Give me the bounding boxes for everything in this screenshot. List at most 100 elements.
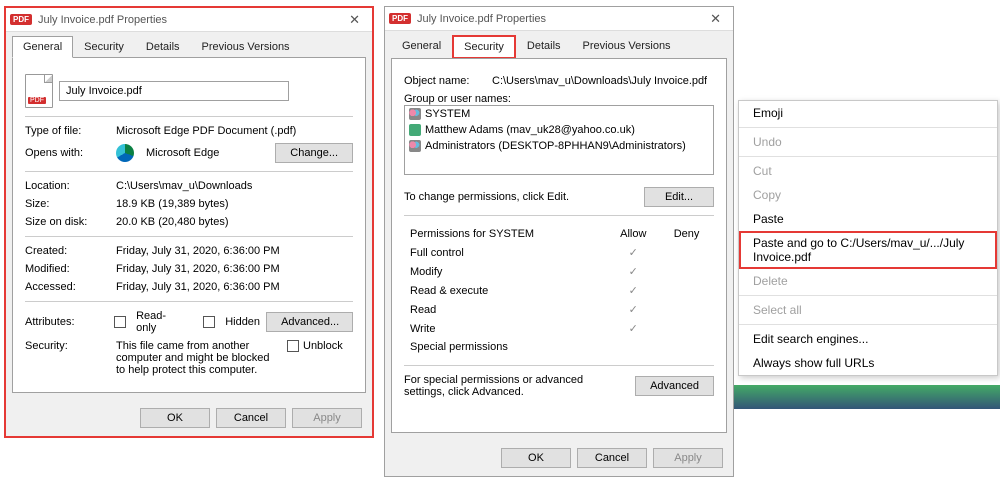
tab-previous-versions[interactable]: Previous Versions [191,36,301,58]
label-size-on-disk: Size on disk: [25,216,110,228]
perm-deny [661,320,712,337]
perm-deny [661,301,712,318]
value-object-name: C:\Users\mav_u\Downloads\July Invoice.pd… [492,75,707,87]
ok-button[interactable]: OK [501,448,571,468]
value-opens-with: Microsoft Edge [146,147,219,159]
user-icon [409,124,421,136]
tab-general[interactable]: General [12,36,73,58]
perm-name: Read & execute [406,282,605,299]
change-perm-text: To change permissions, click Edit. [404,191,569,203]
tab-strip: General Security Details Previous Versio… [385,31,733,59]
label-group-users: Group or user names: [404,93,714,105]
perm-name: Special permissions [406,339,605,355]
label-object-name: Object name: [404,75,486,87]
unblock-checkbox[interactable] [287,340,299,352]
cancel-button[interactable]: Cancel [216,408,286,428]
menu-item[interactable]: Edit search engines... [739,327,997,351]
perm-allow: ✓ [607,320,659,337]
label-modified: Modified: [25,263,110,275]
value-size-on-disk: 20.0 KB (20,480 bytes) [116,216,229,228]
cancel-button[interactable]: Cancel [577,448,647,468]
menu-item[interactable]: Paste [739,207,997,231]
menu-item: Cut [739,159,997,183]
change-button[interactable]: Change... [275,143,353,163]
menu-item: Undo [739,130,997,154]
context-menu[interactable]: Emoji Undo CutCopyPastePaste and go to C:/… [738,100,998,376]
perm-allow: ✓ [607,244,659,261]
ok-button[interactable]: OK [140,408,210,428]
menu-separator [739,324,997,325]
tab-previous-versions[interactable]: Previous Versions [572,35,682,59]
user-list-item[interactable]: Administrators (DESKTOP-8PHHAN9\Administ… [405,138,713,154]
user-icon [409,140,421,152]
label-location: Location: [25,180,110,192]
dialog-buttons: OK Cancel Apply [385,440,733,476]
value-type-of-file: Microsoft Edge PDF Document (.pdf) [116,125,296,137]
pdf-badge-icon: PDF [10,14,32,25]
label-attributes: Attributes: [25,316,108,328]
menu-item: Delete [739,269,997,293]
perm-name: Full control [406,244,605,261]
tab-details[interactable]: Details [135,36,191,58]
permission-row: Read & execute✓ [406,282,712,299]
pdf-badge-icon: PDF [389,13,411,24]
permission-row: Write✓ [406,320,712,337]
permissions-table: Permissions for SYSTEMAllowDeny Full con… [404,224,714,357]
perm-name: Write [406,320,605,337]
value-location: C:\Users\mav_u\Downloads [116,180,252,192]
permission-row: Read✓ [406,301,712,318]
user-list[interactable]: SYSTEM Matthew Adams (mav_uk28@yahoo.co.u… [404,105,714,175]
value-modified: Friday, July 31, 2020, 6:36:00 PM [116,263,280,275]
menu-item[interactable]: Emoji [739,101,997,125]
user-name: SYSTEM [425,108,470,120]
perm-name: Read [406,301,605,318]
menu-item[interactable]: Always show full URLs [739,351,997,375]
window-title: July Invoice.pdf Properties [38,14,341,26]
tab-details[interactable]: Details [516,35,572,59]
menu-item: Copy [739,183,997,207]
label-security: Security: [25,340,110,352]
menu-separator [739,156,997,157]
window-title: July Invoice.pdf Properties [417,13,702,25]
permission-row: Special permissions [406,339,712,355]
advanced-button[interactable]: Advanced [635,376,714,396]
hidden-label: Hidden [225,316,260,328]
menu-item[interactable]: Paste and go to C:/Users/mav_u/.../July … [739,231,997,269]
unblock-option[interactable]: Unblock [287,340,343,352]
pdf-file-icon [25,74,53,108]
menu-separator [739,295,997,296]
dialog-buttons: OK Cancel Apply [6,400,372,436]
user-icon [409,108,421,120]
security-tab-content: Object name: C:\Users\mav_u\Downloads\Jul… [391,58,727,433]
close-icon[interactable]: ✕ [702,11,729,27]
security-text: This file came from another computer and… [116,340,281,376]
advanced-button[interactable]: Advanced... [266,312,353,332]
edge-icon [116,144,134,162]
deny-header: Deny [661,226,712,242]
readonly-checkbox[interactable] [114,316,126,328]
perm-allow: ✓ [607,263,659,280]
tab-security[interactable]: Security [73,36,135,58]
apply-button[interactable]: Apply [653,448,723,468]
hidden-checkbox[interactable] [203,316,215,328]
tab-general[interactable]: General [391,35,452,59]
filename-input[interactable] [59,81,289,101]
perm-allow: ✓ [607,282,659,299]
tab-security[interactable]: Security [452,35,516,59]
edit-button[interactable]: Edit... [644,187,714,207]
label-opens-with: Opens with: [25,147,110,159]
permission-row: Full control✓ [406,244,712,261]
perm-deny [661,339,712,355]
menu-separator [739,127,997,128]
perm-name: Modify [406,263,605,280]
tab-strip: General Security Details Previous Versio… [6,32,372,58]
special-perm-text: For special permissions or advanced sett… [404,374,604,398]
close-icon[interactable]: ✕ [341,12,368,28]
user-list-item[interactable]: Matthew Adams (mav_uk28@yahoo.co.uk) [405,122,713,138]
user-list-item[interactable]: SYSTEM [405,106,713,122]
unblock-label: Unblock [303,340,343,352]
perm-allow: ✓ [607,301,659,318]
apply-button[interactable]: Apply [292,408,362,428]
user-name: Matthew Adams (mav_uk28@yahoo.co.uk) [425,124,635,136]
perm-deny [661,244,712,261]
